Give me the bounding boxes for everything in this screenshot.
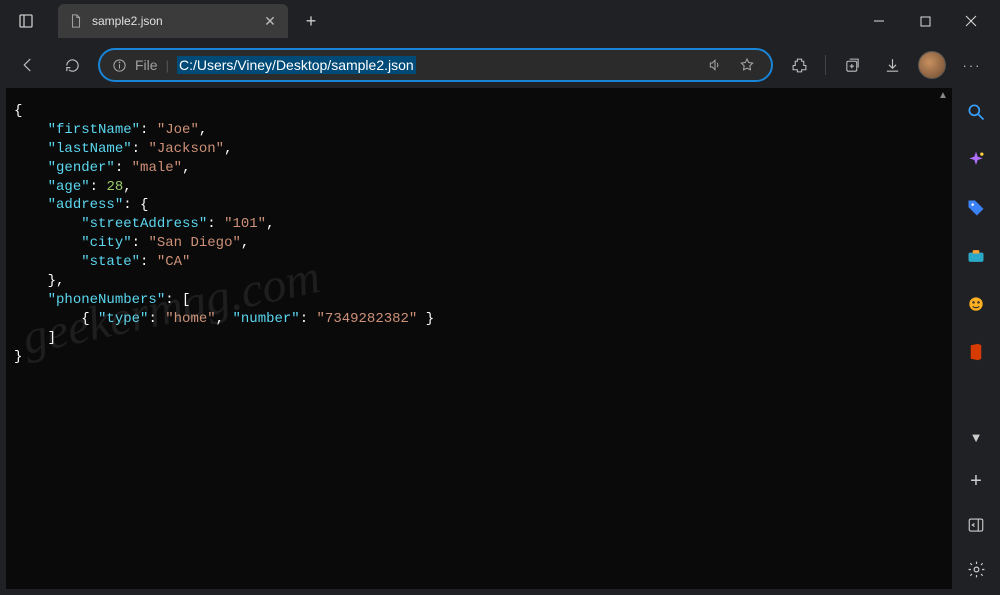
menu-button[interactable]: ··· xyxy=(954,47,990,83)
back-button[interactable] xyxy=(10,47,46,83)
add-sidebar-icon[interactable]: + xyxy=(964,469,988,493)
new-tab-button[interactable]: + xyxy=(294,4,328,38)
extensions-button[interactable] xyxy=(781,47,817,83)
avatar-icon xyxy=(918,51,946,79)
collapse-icon[interactable]: ▼ xyxy=(964,425,988,449)
tab-title: sample2.json xyxy=(92,14,254,28)
profile-button[interactable] xyxy=(914,47,950,83)
tab-actions-button[interactable] xyxy=(6,3,46,39)
settings-icon[interactable] xyxy=(964,557,988,581)
titlebar: sample2.json ✕ + xyxy=(0,0,1000,42)
toolbar-right: ··· xyxy=(781,47,990,83)
favorite-icon[interactable] xyxy=(735,57,759,73)
search-icon[interactable] xyxy=(964,100,988,124)
address-separator: | xyxy=(166,58,169,73)
address-scheme: File xyxy=(135,57,158,73)
close-window-button[interactable] xyxy=(948,3,994,39)
collections-button[interactable] xyxy=(834,47,870,83)
window-controls xyxy=(856,3,994,39)
downloads-button[interactable] xyxy=(874,47,910,83)
site-info-icon[interactable] xyxy=(112,58,127,73)
address-path: C:/Users/Viney/Desktop/sample2.json xyxy=(177,56,416,74)
edge-sidebar: ▼ + xyxy=(952,88,1000,595)
address-bar[interactable]: File | C:/Users/Viney/Desktop/sample2.js… xyxy=(98,48,773,82)
json-view: { "firstName": "Joe", "lastName": "Jacks… xyxy=(6,88,952,380)
scroll-up-arrow[interactable]: ▲ xyxy=(936,90,950,101)
tools-icon[interactable] xyxy=(964,244,988,268)
browser-tab[interactable]: sample2.json ✕ xyxy=(58,4,288,38)
office-icon[interactable] xyxy=(964,340,988,364)
tab-close-button[interactable]: ✕ xyxy=(262,13,278,29)
read-aloud-icon[interactable] xyxy=(703,57,727,73)
sparkle-icon[interactable] xyxy=(964,148,988,172)
page-content: { "firstName": "Joe", "lastName": "Jacks… xyxy=(6,88,952,589)
refresh-button[interactable] xyxy=(54,47,90,83)
toolbar-divider xyxy=(825,55,826,75)
sidebar-toggle-icon[interactable] xyxy=(964,513,988,537)
shopping-tag-icon[interactable] xyxy=(964,196,988,220)
toolbar: File | C:/Users/Viney/Desktop/sample2.js… xyxy=(0,42,1000,88)
file-icon xyxy=(68,13,84,29)
games-icon[interactable] xyxy=(964,292,988,316)
maximize-button[interactable] xyxy=(902,3,948,39)
minimize-button[interactable] xyxy=(856,3,902,39)
